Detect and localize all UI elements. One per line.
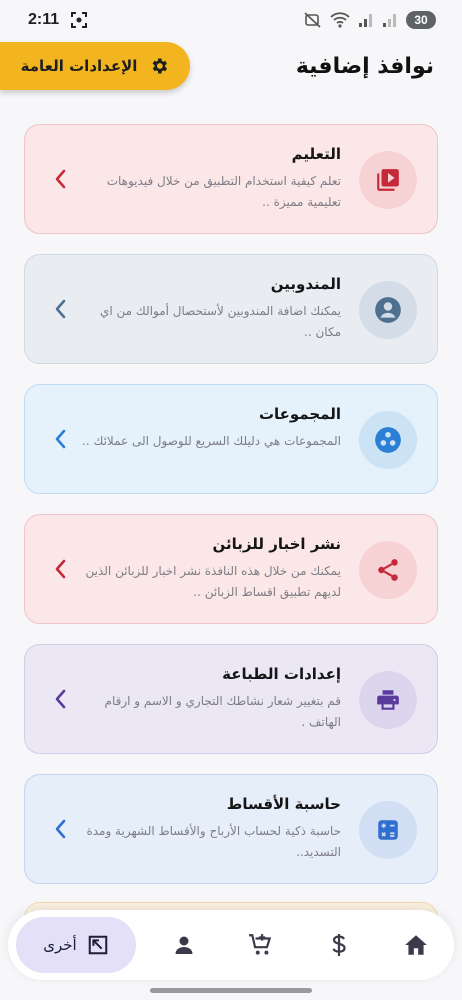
- card-installment-calculator[interactable]: حاسبة الأقساط حاسبة ذكية لحساب الأرباح و…: [24, 774, 438, 884]
- card-description: قم بتغيير شعار نشاطك التجاري و الاسم و ا…: [104, 694, 341, 729]
- wifi-icon: [330, 12, 350, 28]
- mute-icon: [304, 12, 321, 28]
- chevron-left-icon: [55, 299, 66, 319]
- chevron-left-icon: [55, 689, 66, 709]
- nav-item-other[interactable]: أخرى: [16, 917, 136, 973]
- chevron-left-icon: [55, 429, 66, 449]
- card-icon-bg: [359, 801, 417, 859]
- nav-item-profile[interactable]: [154, 917, 214, 973]
- home-indicator: [150, 988, 312, 993]
- person-icon: [375, 297, 401, 323]
- card-icon-bg: [359, 151, 417, 209]
- card-description: حاسبة ذكية لحساب الأرباح والأقساط الشهري…: [86, 824, 341, 859]
- card-title: المندوبين: [270, 275, 341, 293]
- card-education[interactable]: التعليم تعلم كيفية استخدام التطبيق من خل…: [24, 124, 438, 234]
- card-title: التعليم: [291, 145, 341, 163]
- card-print-settings[interactable]: إعدادات الطباعة قم بتغيير شعار نشاطك الت…: [24, 644, 438, 754]
- general-settings-button[interactable]: الإعدادات العامة: [0, 42, 190, 90]
- header: الإعدادات العامة نوافذ إضافية: [0, 40, 462, 92]
- gear-icon: [153, 58, 168, 74]
- nav-item-payments[interactable]: [309, 917, 369, 973]
- groups-icon: [375, 427, 401, 453]
- home-icon: [405, 935, 427, 955]
- card-description: يمكنك اضافة المندوبين لأستحصال أموالك من…: [99, 304, 341, 339]
- bottom-navigation: أخرى: [8, 910, 454, 980]
- dollar-icon: [331, 934, 346, 956]
- status-time: 2:11: [28, 11, 60, 28]
- printer-icon: [377, 690, 399, 710]
- share-icon: [378, 559, 398, 581]
- card-description: المجموعات هي دليلك السريع للوصول الى عمل…: [82, 434, 341, 448]
- signal-icon-2: [383, 14, 396, 27]
- card-title: نشر اخبار للزبائن: [212, 535, 342, 553]
- add-cart-icon: [249, 934, 272, 955]
- card-icon-bg: [359, 671, 417, 729]
- calculator-icon: [378, 820, 398, 840]
- signal-icon: [359, 14, 372, 27]
- nav-item-add-sale[interactable]: [231, 917, 291, 973]
- card-description: تعلم كيفية استخدام التطبيق من خلال فيديو…: [106, 174, 341, 209]
- card-title: حاسبة الأقساط: [226, 795, 341, 813]
- page-title: نوافذ إضافية: [295, 53, 434, 79]
- cards-list: التعليم تعلم كيفية استخدام التطبيق من خل…: [24, 124, 438, 904]
- screenshot-icon: [71, 12, 88, 28]
- card-title: المجموعات: [258, 405, 341, 423]
- chevron-left-icon: [55, 819, 66, 839]
- card-icon-bg: [359, 541, 417, 599]
- nav-other-label: أخرى: [43, 936, 77, 954]
- card-groups[interactable]: المجموعات المجموعات هي دليلك السريع للوص…: [24, 384, 438, 494]
- card-description: يمكنك من خلال هذه النافذة نشر اخبار للزب…: [85, 564, 342, 599]
- person-icon: [175, 936, 192, 954]
- card-title: إعدادات الطباعة: [222, 665, 341, 683]
- other-icon: [88, 935, 107, 955]
- card-representatives[interactable]: المندوبين يمكنك اضافة المندوبين لأستحصال…: [24, 254, 438, 364]
- settings-label: الإعدادات العامة: [20, 57, 138, 75]
- video-library-icon: [377, 169, 399, 191]
- battery-indicator: 30: [406, 11, 436, 29]
- status-bar: 2:11 30: [0, 0, 462, 40]
- chevron-left-icon: [55, 559, 66, 579]
- card-icon-bg: [359, 411, 417, 469]
- nav-item-home[interactable]: [386, 917, 446, 973]
- card-customer-news[interactable]: نشر اخبار للزبائن يمكنك من خلال هذه النا…: [24, 514, 438, 624]
- chevron-left-icon: [55, 169, 66, 189]
- card-icon-bg: [359, 281, 417, 339]
